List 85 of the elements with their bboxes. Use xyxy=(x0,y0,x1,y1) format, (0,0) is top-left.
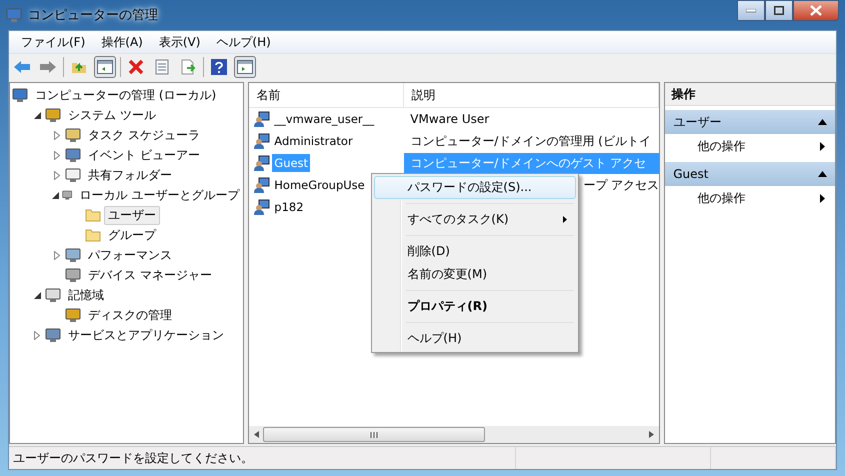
delete-icon xyxy=(128,59,144,75)
action-section-header[interactable]: Guest xyxy=(665,162,835,186)
minimize-button[interactable] xyxy=(737,0,765,21)
user-computer-icon xyxy=(254,111,270,127)
window-title: コンピューターの管理 xyxy=(28,7,158,24)
collapse-arrow-icon[interactable] xyxy=(34,292,40,298)
tree-item[interactable]: 共有フォルダー xyxy=(84,166,176,184)
tree-item[interactable]: 記憶域 xyxy=(64,286,108,304)
expand-arrow-icon[interactable] xyxy=(54,250,60,260)
submenu-arrow-icon xyxy=(563,216,568,223)
description-cell-text: コンピューター/ドメインの管理用 (ビルトイ xyxy=(409,132,651,150)
description-cell: コンピューター/ドメインへのゲスト アクセ xyxy=(404,152,660,174)
show-action-pane-button[interactable] xyxy=(234,56,256,78)
computer-icon xyxy=(6,7,22,23)
maximize-button[interactable] xyxy=(765,0,793,21)
menu-item[interactable]: プロパティ(R) xyxy=(374,295,576,318)
tree-item[interactable]: コンピューターの管理 (ローカル) xyxy=(31,86,220,104)
list-item[interactable]: __vmware_user__ xyxy=(272,110,376,128)
folder-up-icon xyxy=(71,60,87,74)
minimize-icon xyxy=(746,8,756,12)
scrollbar-thumb[interactable] xyxy=(263,427,486,442)
maximize-icon xyxy=(774,6,784,15)
collapse-arrow-icon[interactable] xyxy=(52,192,59,198)
menu-item[interactable]: すべてのタスク(K) xyxy=(374,208,576,231)
action-pane-title: 操作 xyxy=(665,83,835,106)
expand-arrow-icon[interactable] xyxy=(34,330,40,340)
tree-item[interactable]: デバイス マネージャー xyxy=(84,266,216,284)
expand-arrow-icon[interactable] xyxy=(54,170,60,180)
user-computer-icon xyxy=(254,199,270,215)
expand-arrow-icon[interactable] xyxy=(54,130,60,140)
collapse-arrow-icon[interactable] xyxy=(818,171,827,177)
help-icon xyxy=(211,59,227,75)
submenu-arrow-icon xyxy=(820,194,825,202)
tree-item[interactable]: システム ツール xyxy=(64,106,160,124)
scroll-left-icon[interactable] xyxy=(254,431,260,438)
scroll-right-icon[interactable] xyxy=(649,431,654,438)
tree-item[interactable]: ユーザー xyxy=(104,206,160,224)
action-section-header[interactable]: ユーザー xyxy=(665,110,835,134)
pane-icon xyxy=(97,60,113,74)
status-text: ユーザーのパスワードを設定してください。 xyxy=(9,447,516,469)
menu-item[interactable]: ヘルプ(H) xyxy=(374,327,576,350)
description-cell-text: VMware User xyxy=(409,111,490,128)
folder-icon xyxy=(85,208,101,222)
close-button[interactable] xyxy=(793,0,839,21)
help-button[interactable] xyxy=(208,56,230,78)
list-item[interactable]: HomeGroupUse xyxy=(272,176,367,194)
collapse-arrow-icon[interactable] xyxy=(818,119,827,125)
tree-item[interactable]: ローカル ユーザーとグループ xyxy=(75,186,244,204)
menu-item[interactable]: パスワードの設定(S)... xyxy=(374,176,576,199)
grip-icon xyxy=(370,432,378,438)
tree-item[interactable]: タスク スケジューラ xyxy=(84,126,204,144)
user-computer-icon xyxy=(254,133,270,149)
folder-icon xyxy=(85,228,101,242)
tree-item[interactable]: パフォーマンス xyxy=(84,246,176,264)
list-item[interactable]: p182 xyxy=(272,198,306,216)
menu-item[interactable]: 表示(V) xyxy=(150,34,208,50)
menu-item[interactable]: 操作(A) xyxy=(93,34,151,50)
menu-item[interactable]: 名前の変更(M) xyxy=(374,263,576,286)
description-cell-text: ープ アクセス xyxy=(582,176,660,194)
pane-icon xyxy=(237,60,253,74)
menu-item[interactable]: 削除(D) xyxy=(374,240,576,263)
show-tree-button[interactable] xyxy=(94,56,116,78)
menu-item[interactable]: ヘルプ(H) xyxy=(208,34,279,50)
tree-item[interactable]: イベント ビューアー xyxy=(84,146,204,164)
list-item[interactable]: Administrator xyxy=(272,132,355,150)
action-link[interactable]: 他の操作 xyxy=(665,186,835,210)
action-link[interactable]: 他の操作 xyxy=(665,134,835,158)
column-header[interactable]: 説明 xyxy=(404,83,660,107)
submenu-arrow-icon xyxy=(820,142,825,150)
tree-item[interactable]: サービスとアプリケーション xyxy=(64,326,228,344)
close-icon xyxy=(810,5,822,16)
tree-item[interactable]: ディスクの管理 xyxy=(84,306,176,324)
computer-icon xyxy=(12,87,28,103)
document-icon xyxy=(154,59,170,75)
back-arrow-icon xyxy=(13,60,31,74)
collapse-arrow-icon[interactable] xyxy=(34,112,40,118)
user-computer-icon xyxy=(254,155,270,171)
export-icon xyxy=(180,59,196,75)
user-computer-icon xyxy=(254,177,270,193)
forward-arrow-icon xyxy=(39,60,57,74)
expand-arrow-icon[interactable] xyxy=(54,150,60,160)
horizontal-scrollbar[interactable] xyxy=(249,426,660,443)
menu-item[interactable]: ファイル(F) xyxy=(13,34,94,50)
column-header[interactable]: 名前 xyxy=(249,83,404,107)
tree-item[interactable]: グループ xyxy=(104,226,160,244)
